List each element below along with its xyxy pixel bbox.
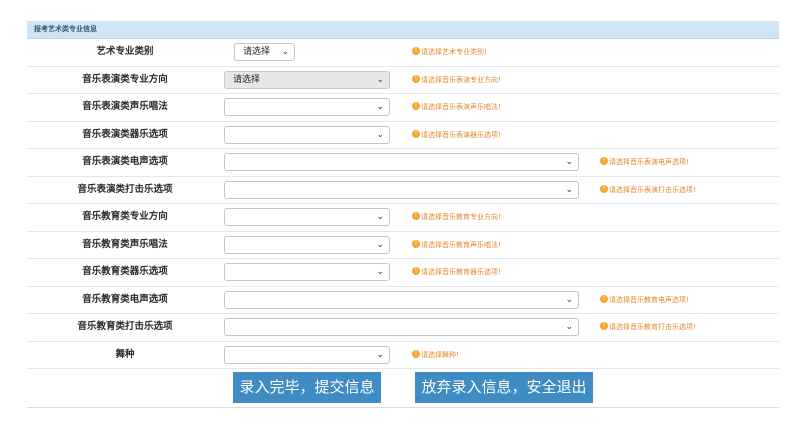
validation-hint: ! 请选择音乐教育声乐唱法! xyxy=(412,232,501,258)
action-bar: 录入完毕，提交信息 放弃录入信息，安全退出 xyxy=(27,369,779,408)
dance-type-select[interactable]: ⌄ xyxy=(224,345,390,364)
warning-circle-icon: ! xyxy=(412,129,420,138)
warning-circle-icon: ! xyxy=(412,267,420,275)
chevron-down-icon: ⌄ xyxy=(376,212,384,222)
submit-button[interactable]: 录入完毕，提交信息 xyxy=(233,372,381,403)
validation-hint: ! 请选择音乐教育专业方向! xyxy=(412,204,501,230)
chevron-down-icon: ⌄ xyxy=(565,184,573,195)
validation-hint: ! 请选择音乐表演电声选项! xyxy=(600,149,689,175)
field-label: 音乐表演类打击乐选项 xyxy=(77,183,173,195)
art-major-form: 报考艺术类专业信息 艺术专业类别 请选择 ⌄ ! 请选择艺术专业类别! 音乐表演类… xyxy=(27,21,779,408)
row-performance-direction: 音乐表演类专业方向 请选择 ⌄ ! 请选择音乐表演专业方向! xyxy=(27,67,779,94)
row-performance-electronic: 音乐表演类电声选项 ⌄ ! 请选择音乐表演电声选项! xyxy=(27,149,779,177)
field-label: 舞种 xyxy=(115,348,135,360)
validation-hint: ! 请选择音乐教育打击乐选项! xyxy=(600,314,696,340)
education-electronic-select[interactable]: ⌄ xyxy=(224,290,579,309)
performance-percussion-select[interactable]: ⌄ xyxy=(224,180,579,199)
field-label: 音乐教育类打击乐选项 xyxy=(77,321,173,332)
warning-circle-icon: ! xyxy=(412,349,420,358)
validation-hint: ! 请选择艺术专业类别! xyxy=(412,39,487,65)
select-value: 请选择 xyxy=(243,47,271,57)
warning-circle-icon: ! xyxy=(412,47,420,55)
warning-circle-icon: ! xyxy=(600,294,608,303)
chevron-down-icon: ⌄ xyxy=(376,349,384,360)
warning-circle-icon: ! xyxy=(600,157,608,165)
warning-circle-icon: ! xyxy=(412,102,420,110)
chevron-down-icon: ⌄ xyxy=(565,322,573,332)
warning-circle-icon: ! xyxy=(600,322,608,330)
validation-hint: ! 请选择舞种! xyxy=(412,342,459,368)
row-performance-vocal: 音乐表演类声乐唱法 ⌄ ! 请选择音乐表演声乐唱法! xyxy=(27,94,779,122)
validation-hint: ! 请选择音乐表演打击乐选项! xyxy=(600,177,696,203)
field-label: 音乐教育类声乐唱法 xyxy=(82,238,168,250)
validation-hint: ! 请选择音乐表演器乐选项! xyxy=(412,122,501,148)
field-label: 音乐表演类电声选项 xyxy=(82,156,168,167)
chevron-down-icon: ⌄ xyxy=(565,157,573,167)
field-label: 艺术专业类别 xyxy=(96,46,154,57)
row-dance-type: 舞种 ⌄ ! 请选择舞种! xyxy=(27,342,779,369)
performance-electronic-select[interactable]: ⌄ xyxy=(224,153,579,171)
quit-button[interactable]: 放弃录入信息，安全退出 xyxy=(415,372,593,403)
performance-instrument-select[interactable]: ⌄ xyxy=(224,125,390,144)
section-title: 报考艺术类专业信息 xyxy=(27,21,779,39)
row-performance-instrument: 音乐表演类器乐选项 ⌄ ! 请选择音乐表演器乐选项! xyxy=(27,122,779,149)
field-label: 音乐教育类电声选项 xyxy=(82,293,168,305)
education-direction-select[interactable]: ⌄ xyxy=(224,208,390,226)
row-education-direction: 音乐教育类专业方向 ⌄ ! 请选择音乐教育专业方向! xyxy=(27,204,779,232)
select-value: 请选择 xyxy=(233,74,261,85)
art-major-category-select[interactable]: 请选择 ⌄ xyxy=(234,43,295,61)
field-label: 音乐教育类专业方向 xyxy=(82,211,168,222)
row-education-vocal: 音乐教育类声乐唱法 ⌄ ! 请选择音乐教育声乐唱法! xyxy=(27,232,779,259)
chevron-down-icon: ⌄ xyxy=(376,267,384,277)
field-label: 音乐表演类声乐唱法 xyxy=(82,101,168,112)
field-label: 音乐表演类器乐选项 xyxy=(82,128,168,140)
education-percussion-select[interactable]: ⌄ xyxy=(224,318,579,336)
warning-circle-icon: ! xyxy=(600,184,608,193)
chevron-down-icon: ⌄ xyxy=(376,129,384,140)
row-education-electronic: 音乐教育类电声选项 ⌄ ! 请选择音乐教育电声选项! xyxy=(27,287,779,314)
validation-hint: ! 请选择音乐教育器乐选项! xyxy=(412,259,501,285)
warning-circle-icon: ! xyxy=(412,239,420,248)
chevron-down-icon: ⌄ xyxy=(376,102,384,112)
education-instrument-select[interactable]: ⌄ xyxy=(224,263,390,281)
row-education-instrument: 音乐教育类器乐选项 ⌄ ! 请选择音乐教育器乐选项! xyxy=(27,259,779,287)
row-art-major-category: 艺术专业类别 请选择 ⌄ ! 请选择艺术专业类别! xyxy=(27,39,779,67)
validation-hint: ! 请选择音乐教育电声选项! xyxy=(600,287,689,313)
warning-circle-icon: ! xyxy=(412,212,420,220)
field-label: 音乐教育类器乐选项 xyxy=(82,266,168,277)
warning-circle-icon: ! xyxy=(412,74,420,83)
validation-hint: ! 请选择音乐表演专业方向! xyxy=(412,67,501,93)
chevron-down-icon: ⌄ xyxy=(376,74,384,85)
performance-direction-select[interactable]: 请选择 ⌄ xyxy=(224,70,390,89)
validation-hint: ! 请选择音乐表演声乐唱法! xyxy=(412,94,501,120)
education-vocal-select[interactable]: ⌄ xyxy=(224,235,390,254)
field-label: 音乐表演类专业方向 xyxy=(82,73,168,85)
chevron-down-icon: ⌄ xyxy=(281,47,289,57)
row-performance-percussion: 音乐表演类打击乐选项 ⌄ ! 请选择音乐表演打击乐选项! xyxy=(27,177,779,204)
chevron-down-icon: ⌄ xyxy=(565,294,573,305)
row-education-percussion: 音乐教育类打击乐选项 ⌄ ! 请选择音乐教育打击乐选项! xyxy=(27,314,779,342)
chevron-down-icon: ⌄ xyxy=(376,239,384,250)
performance-vocal-select[interactable]: ⌄ xyxy=(224,98,390,116)
